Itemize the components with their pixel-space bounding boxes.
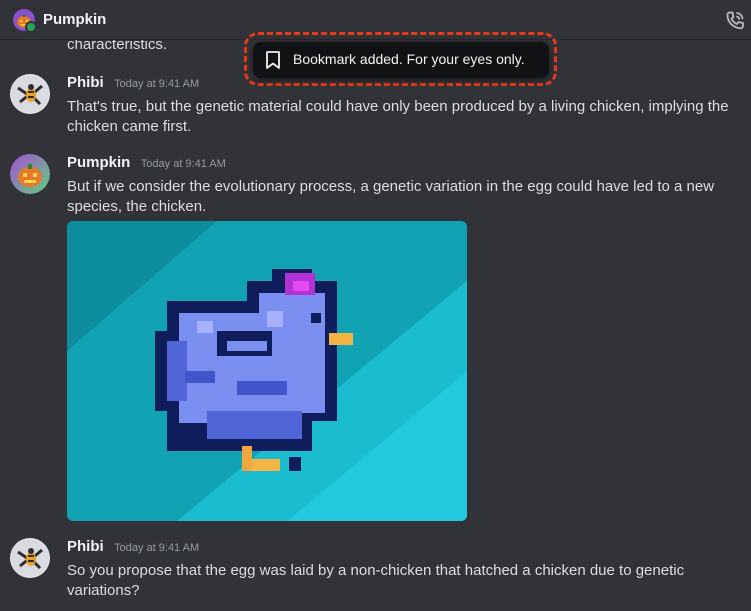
timestamp: Today at 9:41 AM — [114, 542, 200, 554]
phibi-avatar-icon — [10, 538, 50, 578]
bookmark-icon — [266, 51, 280, 69]
chicken-image — [67, 221, 467, 521]
phone-call-icon[interactable] — [723, 9, 747, 33]
message-text: But if we consider the evolutionary proc… — [67, 178, 715, 215]
author-name[interactable]: Pumpkin — [67, 154, 130, 171]
image-attachment[interactable] — [67, 221, 467, 521]
online-status-dot — [25, 21, 37, 33]
header-avatar[interactable] — [13, 9, 37, 33]
message-list: characteristics. Phibi Today at 9:41 AM … — [0, 36, 751, 611]
channel-title: Pumpkin — [43, 11, 107, 28]
phibi-avatar-icon — [10, 74, 50, 114]
author-name[interactable]: Phibi — [67, 74, 104, 91]
timestamp: Today at 9:41 AM — [140, 158, 226, 170]
message-text: So you propose that the egg was laid by … — [67, 562, 685, 599]
avatar[interactable] — [10, 74, 50, 114]
avatar[interactable] — [10, 538, 50, 578]
pumpkin-avatar-icon — [10, 154, 50, 194]
author-name[interactable]: Phibi — [67, 538, 104, 555]
toast-message: Bookmark added. For your eyes only. — [293, 51, 525, 67]
avatar[interactable] — [10, 154, 50, 194]
timestamp: Today at 9:41 AM — [114, 78, 200, 90]
bookmark-toast: Bookmark added. For your eyes only. — [253, 42, 549, 78]
message-text: That's true, but the genetic material co… — [67, 98, 729, 135]
